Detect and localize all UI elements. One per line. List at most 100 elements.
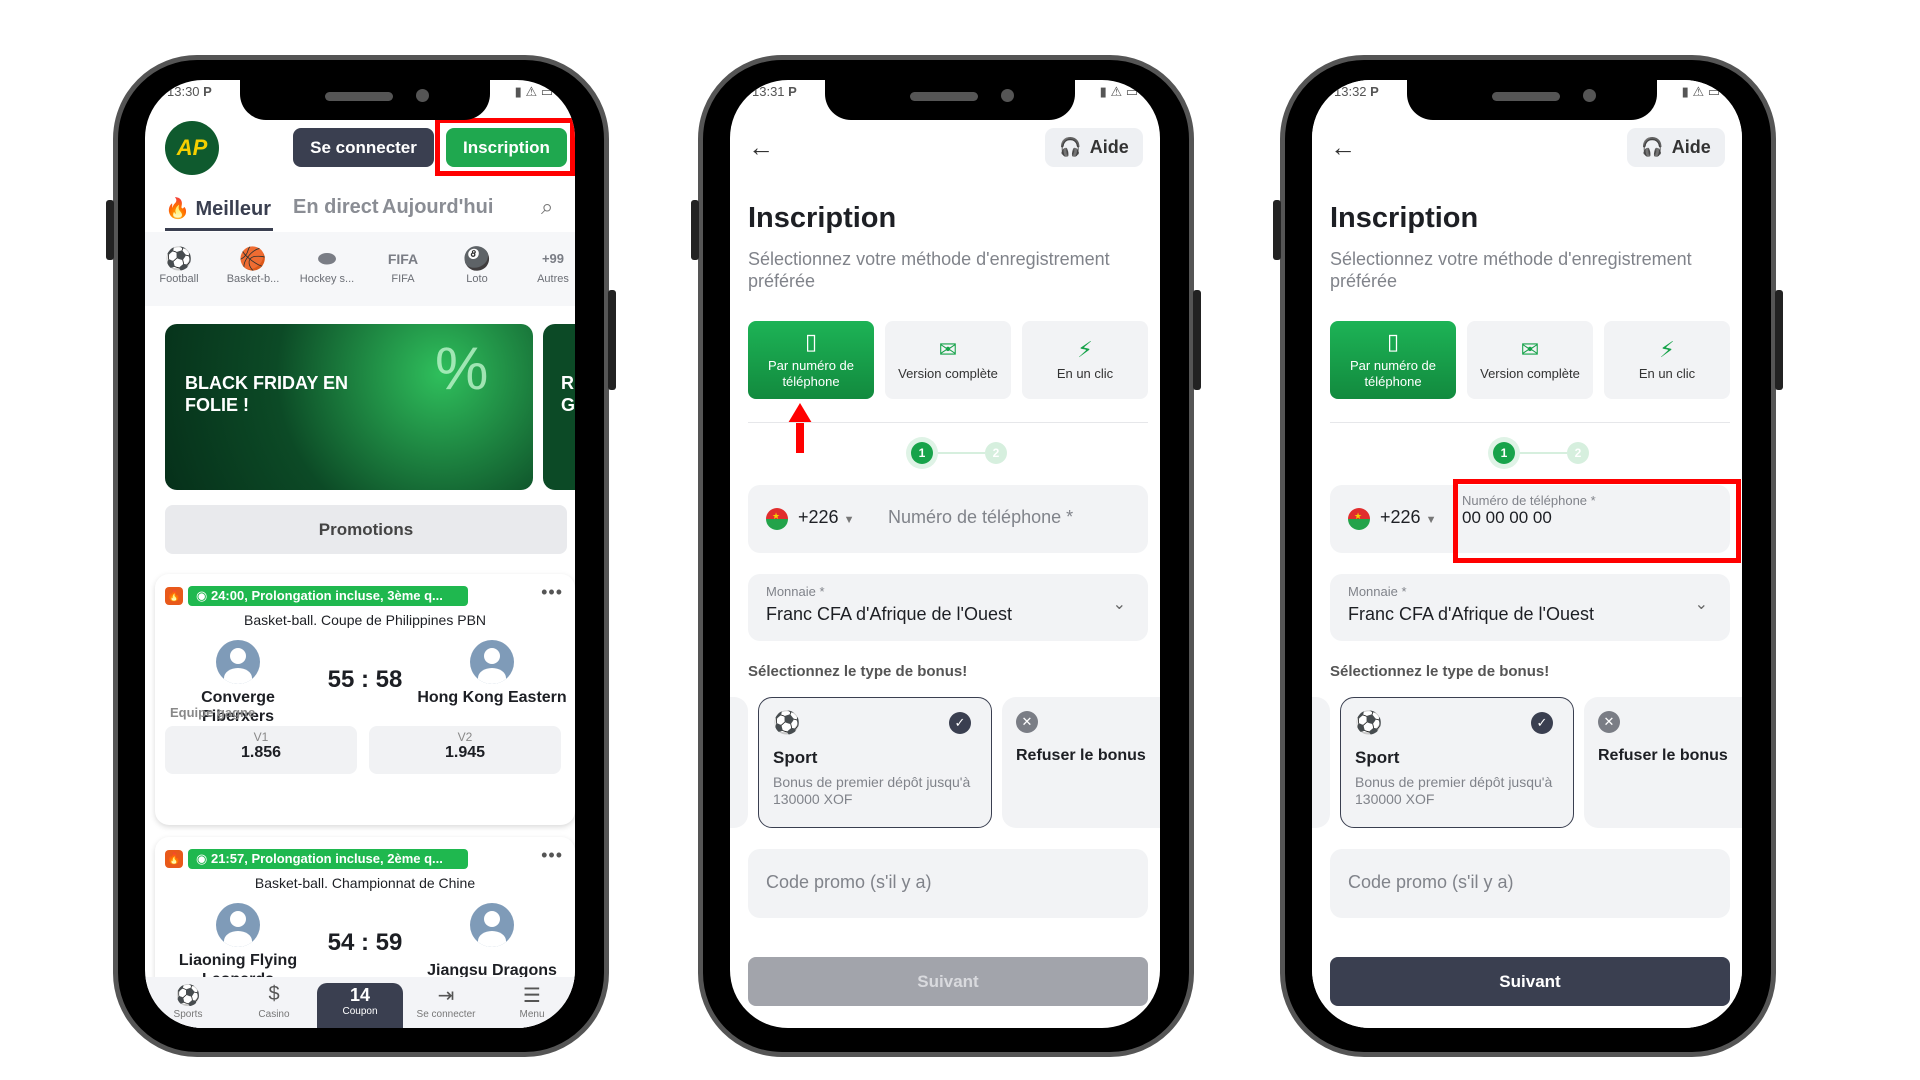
phone-side-button xyxy=(106,200,114,260)
bonus-card-refuse[interactable]: ✕ Refuser le bonus xyxy=(1584,697,1742,828)
headset-icon: 🎧 xyxy=(1059,137,1082,157)
live-status: ◉ 24:00, Prolongation incluse, 3ème q... xyxy=(188,586,468,606)
phone-side-button xyxy=(691,200,699,260)
nav-coupon[interactable]: 14 Coupon xyxy=(317,983,403,1028)
page-title: Inscription xyxy=(748,202,897,234)
match-card[interactable]: 🔥 ◉ 24:00, Prolongation incluse, 3ème q..… xyxy=(155,574,575,825)
currency-select[interactable]: Monnaie * Franc CFA d'Afrique de l'Ouest… xyxy=(748,574,1148,641)
nav-sports[interactable]: ⚽ Sports xyxy=(145,977,231,1028)
sport-hockey[interactable]: ⬬ Hockey s... xyxy=(292,245,362,285)
step-2: 2 xyxy=(985,442,1007,464)
page-subtitle: Sélectionnez votre méthode d'enregistrem… xyxy=(1330,249,1692,291)
back-arrow-icon[interactable]: ← xyxy=(748,132,774,163)
help-button[interactable]: 🎧 Aide xyxy=(1045,128,1143,167)
bonus-card-sport[interactable]: ⚽ ✓ Sport Bonus de premier dépôt jusqu'à… xyxy=(1340,697,1574,828)
sport-more[interactable]: +99 Autres xyxy=(518,245,575,285)
close-icon: ✕ xyxy=(1016,711,1038,733)
notch xyxy=(240,80,490,120)
step-1: 1 xyxy=(1493,442,1515,464)
phone-home: 13:30 P ▮ ⚠ ▭ AP Se connecter Inscription… xyxy=(106,55,616,1057)
method-one-click[interactable]: ⚡ En un clic xyxy=(1022,321,1148,399)
bonus-title: Refuser le bonus xyxy=(1016,747,1146,764)
caret-down-icon: ▼ xyxy=(843,514,855,526)
banner-title: BLACK FRIDAY EN FOLIE ! xyxy=(185,373,349,415)
bonus-card-partial[interactable] xyxy=(730,697,748,828)
promo-code-input[interactable]: Code promo (s'il y a) xyxy=(1330,849,1730,918)
bonus-title: Sport xyxy=(773,748,818,767)
next-button[interactable]: Suivant xyxy=(1330,957,1730,1006)
burkina-faso-flag-icon xyxy=(1348,508,1370,530)
nav-casino[interactable]: $ Casino xyxy=(231,977,317,1028)
promo-code-input[interactable]: Code promo (s'il y a) xyxy=(748,849,1148,918)
highlight-box xyxy=(1453,479,1741,563)
tab-live[interactable]: En direct xyxy=(293,196,379,219)
stepper-line xyxy=(933,452,985,454)
method-phone[interactable]: ▯ Par numéro de téléphone xyxy=(1330,321,1456,399)
sport-fifa[interactable]: FIFA FIFA xyxy=(368,245,438,285)
score: 55 : 58 xyxy=(327,666,403,693)
football-icon: ⚽ xyxy=(175,985,201,1007)
back-arrow-icon[interactable]: ← xyxy=(1330,132,1356,163)
screen: 13:31 P ▮ ⚠ ▭ ← 🎧 Aide Inscription Sélecti… xyxy=(730,80,1160,1028)
method-full[interactable]: ✉ Version complète xyxy=(1467,321,1593,399)
league-name: Basket-ball. Championnat de Chine xyxy=(254,875,476,891)
method-phone[interactable]: ▯ Par numéro de téléphone xyxy=(748,321,874,399)
phone-registration-empty: 13:31 P ▮ ⚠ ▭ ← 🎧 Aide Inscription Sélecti… xyxy=(691,55,1201,1057)
bottom-nav: ⚽ Sports $ Casino 14 Coupon ⇥ Se connecter ☰… xyxy=(145,977,575,1028)
nav-menu[interactable]: ☰ Menu xyxy=(489,977,575,1028)
search-icon[interactable]: ⌕ xyxy=(541,194,553,220)
nav-login[interactable]: ⇥ Se connecter xyxy=(403,977,489,1028)
sport-football[interactable]: ⚽ Football xyxy=(145,245,214,285)
tab-best[interactable]: 🔥 Meilleur xyxy=(165,196,271,221)
sport-loto[interactable]: 🎱 Loto xyxy=(442,245,512,285)
country-code-select[interactable]: +226 ▼ xyxy=(1380,507,1436,528)
login-icon: ⇥ xyxy=(437,985,455,1007)
phone-field[interactable]: +226 ▼ Numéro de téléphone * xyxy=(748,485,1148,553)
page-subtitle: Sélectionnez votre méthode d'enregistrem… xyxy=(748,249,1110,291)
sport-basketball[interactable]: 🏀 Basket-b... xyxy=(218,245,288,285)
notch xyxy=(1407,80,1657,120)
currency-select[interactable]: Monnaie * Franc CFA d'Afrique de l'Ouest… xyxy=(1330,574,1730,641)
tab-today[interactable]: Aujourd'hui xyxy=(382,196,493,219)
football-icon: ⚽ xyxy=(773,710,801,735)
bonus-card-sport[interactable]: ⚽ ✓ Sport Bonus de premier dépôt jusqu'à… xyxy=(758,697,992,828)
status-time: 13:30 xyxy=(167,84,200,99)
envelope-icon: ✉ xyxy=(1520,337,1540,362)
help-button[interactable]: 🎧 Aide xyxy=(1627,128,1725,167)
checkmark-icon: ✓ xyxy=(949,712,971,734)
method-one-click[interactable]: ⚡ En un clic xyxy=(1604,321,1730,399)
phone-side-button xyxy=(608,290,616,390)
phone-side-button xyxy=(1775,290,1783,390)
phone-side-button xyxy=(1273,200,1281,260)
tab-underline xyxy=(165,228,273,231)
app-logo[interactable]: AP xyxy=(165,121,219,175)
checkmark-icon: ✓ xyxy=(1531,712,1553,734)
fire-icon: 🔥 xyxy=(165,198,190,220)
lotto-balls-icon: 🎱 xyxy=(463,246,491,271)
more-options-icon[interactable]: ••• xyxy=(541,582,563,603)
more-icon: +99 xyxy=(541,251,565,266)
smartphone-icon: ▯ xyxy=(804,329,818,354)
country-code-select[interactable]: +226 ▼ xyxy=(798,507,854,528)
fire-icon: 🔥 xyxy=(165,850,183,868)
promo-banner-2[interactable]: RE GR xyxy=(543,324,575,490)
bonus-heading: Sélectionnez le type de bonus! xyxy=(748,663,968,680)
bonus-card-refuse[interactable]: ✕ Refuser le bonus xyxy=(1002,697,1160,828)
battery-icon: ▮ ⚠ ▭ xyxy=(514,84,553,99)
promo-banner[interactable]: BLACK FRIDAY EN FOLIE ! % xyxy=(165,324,533,490)
more-options-icon[interactable]: ••• xyxy=(541,845,563,866)
close-icon: ✕ xyxy=(1598,711,1620,733)
method-full[interactable]: ✉ Version complète xyxy=(885,321,1011,399)
promotions-button[interactable]: Promotions xyxy=(165,505,567,554)
fire-icon: 🔥 xyxy=(165,587,183,605)
divider xyxy=(748,422,1148,423)
login-button[interactable]: Se connecter xyxy=(293,128,434,167)
odd-button-v1[interactable]: V1 1.856 xyxy=(165,726,357,774)
phone-registration-filled: 13:32 P ▮ ⚠ ▭ ← 🎧 Aide Inscription Sélecti… xyxy=(1273,55,1783,1057)
next-button-disabled[interactable]: Suivant xyxy=(748,957,1148,1006)
step-2: 2 xyxy=(1567,442,1589,464)
odd-button-v2[interactable]: V2 1.945 xyxy=(369,726,561,774)
basketball-icon: 🏀 xyxy=(239,246,267,271)
bonus-card-partial[interactable] xyxy=(1312,697,1330,828)
phone-input[interactable]: Numéro de téléphone * xyxy=(888,507,1073,528)
